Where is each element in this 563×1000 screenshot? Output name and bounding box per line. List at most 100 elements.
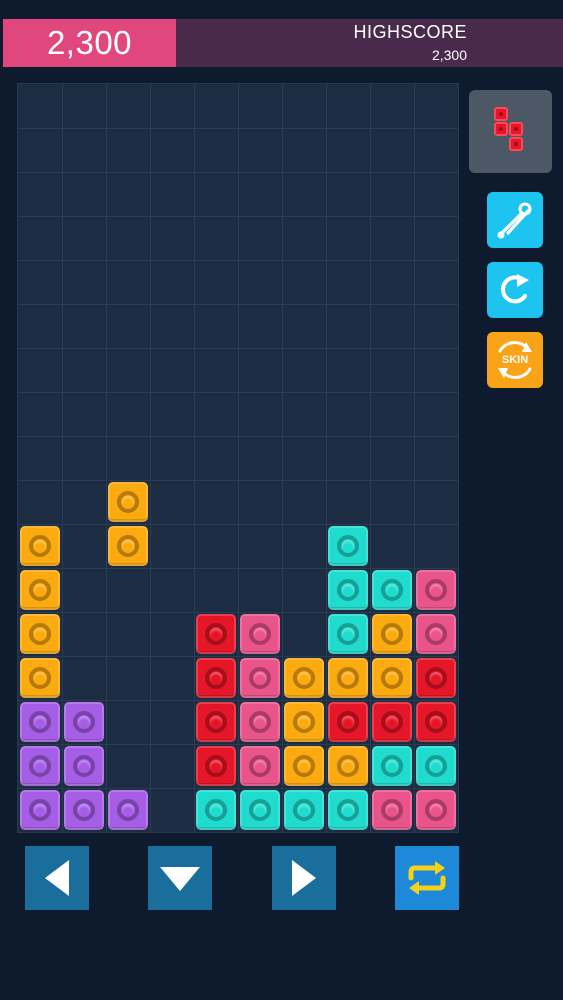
next-piece-block xyxy=(494,122,508,136)
triangle-right-icon xyxy=(292,860,316,896)
orange-block xyxy=(108,482,148,522)
cyan-block xyxy=(328,570,368,610)
grid-line xyxy=(18,524,458,525)
grid-line xyxy=(18,172,458,173)
grid-line xyxy=(18,480,458,481)
grid-line xyxy=(150,84,151,832)
block-ring xyxy=(425,711,447,733)
block-ring xyxy=(205,711,227,733)
block-ring xyxy=(293,755,315,777)
orange-block xyxy=(20,658,60,698)
block-ring xyxy=(293,711,315,733)
block-ring xyxy=(117,535,139,557)
next-piece-preview xyxy=(469,90,552,173)
pink-block xyxy=(240,614,280,654)
grid-line xyxy=(18,392,458,393)
purple-block xyxy=(20,702,60,742)
block-ring xyxy=(249,667,271,689)
block-ring xyxy=(337,755,359,777)
block-ring xyxy=(381,799,403,821)
purple-block xyxy=(64,790,104,830)
grid-line xyxy=(62,84,63,832)
wrench-screwdriver-icon xyxy=(497,202,532,239)
block-ring xyxy=(73,711,95,733)
block-ring xyxy=(425,755,447,777)
cyan-block xyxy=(328,614,368,654)
red-block xyxy=(196,614,236,654)
block-ring xyxy=(249,623,271,645)
block-ring xyxy=(205,667,227,689)
block-ring xyxy=(29,579,51,601)
pink-block xyxy=(240,658,280,698)
red-block xyxy=(416,658,456,698)
block-ring xyxy=(29,799,51,821)
red-block xyxy=(328,702,368,742)
purple-block xyxy=(20,790,60,830)
orange-block xyxy=(284,746,324,786)
block-ring xyxy=(73,799,95,821)
orange-block xyxy=(284,658,324,698)
move-down-button[interactable] xyxy=(148,846,212,910)
cyan-block xyxy=(284,790,324,830)
grid-line xyxy=(18,700,458,701)
grid-line xyxy=(194,84,195,832)
block-ring xyxy=(117,799,139,821)
grid-line xyxy=(414,84,415,832)
next-piece-block xyxy=(494,107,508,121)
orange-block xyxy=(328,746,368,786)
grid-line xyxy=(18,744,458,745)
red-block xyxy=(196,702,236,742)
cyan-block xyxy=(328,790,368,830)
purple-block xyxy=(64,746,104,786)
grid-line xyxy=(18,436,458,437)
purple-block xyxy=(108,790,148,830)
block-ring xyxy=(117,491,139,513)
move-right-button[interactable] xyxy=(272,846,336,910)
block-ring xyxy=(337,579,359,601)
move-left-button[interactable] xyxy=(25,846,89,910)
grid-line xyxy=(18,304,458,305)
orange-block xyxy=(372,614,412,654)
block-ring xyxy=(337,535,359,557)
block-ring xyxy=(293,667,315,689)
grid-line xyxy=(18,216,458,217)
skin-button[interactable]: SKIN xyxy=(487,332,543,388)
pink-block xyxy=(416,570,456,610)
block-ring xyxy=(425,623,447,645)
grid-line xyxy=(282,84,283,832)
block-ring xyxy=(337,667,359,689)
next-piece-block xyxy=(509,137,523,151)
current-score: 2,300 xyxy=(3,19,176,67)
grid-line xyxy=(18,260,458,261)
block-ring xyxy=(425,799,447,821)
grid-line xyxy=(18,612,458,613)
highscore-value: 2,300 xyxy=(431,47,467,63)
grid-line xyxy=(18,568,458,569)
pink-block xyxy=(416,790,456,830)
block-ring xyxy=(249,799,271,821)
block-ring xyxy=(29,667,51,689)
purple-block xyxy=(64,702,104,742)
grid-line xyxy=(18,128,458,129)
orange-block xyxy=(328,658,368,698)
game-board[interactable] xyxy=(17,83,459,833)
cyan-block xyxy=(372,746,412,786)
cyan-block xyxy=(240,790,280,830)
red-block xyxy=(196,658,236,698)
grid-line xyxy=(18,788,458,789)
settings-button[interactable] xyxy=(487,192,543,248)
cyan-block xyxy=(196,790,236,830)
rotate-arrows-icon xyxy=(408,861,446,895)
block-ring xyxy=(293,799,315,821)
grid-line xyxy=(18,348,458,349)
block-ring xyxy=(249,711,271,733)
restart-button[interactable] xyxy=(487,262,543,318)
pink-block xyxy=(240,702,280,742)
orange-block xyxy=(20,570,60,610)
grid-line xyxy=(238,84,239,832)
orange-block xyxy=(372,658,412,698)
block-ring xyxy=(29,711,51,733)
block-ring xyxy=(249,755,271,777)
red-block xyxy=(416,702,456,742)
rotate-button[interactable] xyxy=(395,846,459,910)
